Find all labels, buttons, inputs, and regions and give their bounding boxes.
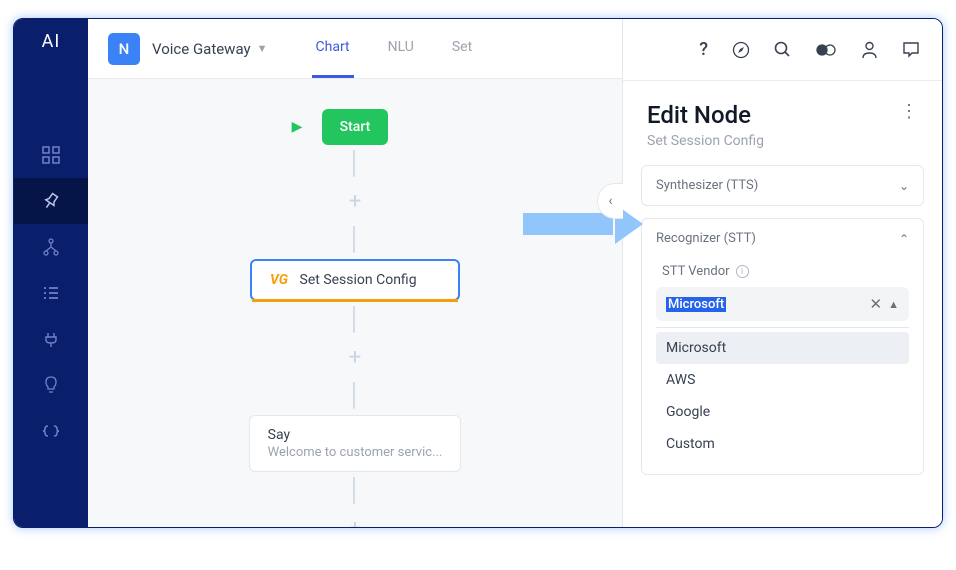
connector: │ — [348, 309, 362, 331]
add-node-icon[interactable]: + — [349, 518, 361, 528]
nav-pin-icon[interactable] — [14, 178, 88, 224]
option-aws[interactable]: AWS — [656, 364, 909, 396]
node-start[interactable]: ▶ Start — [322, 109, 389, 145]
sidebar: AI — [14, 19, 88, 527]
node-label: Say — [268, 427, 443, 443]
project-name: Voice Gateway — [152, 40, 251, 58]
project-selector[interactable]: Voice Gateway ▼ — [152, 40, 268, 58]
node-set-session-config[interactable]: VG Set Session Config — [250, 259, 460, 301]
section-label: Recognizer (STT) — [656, 231, 756, 246]
toolbar: ? — [623, 19, 942, 81]
toggle-icon[interactable] — [815, 43, 837, 57]
section-stt: Recognizer (STT) ⌃ STT Vendor i Microsof… — [641, 218, 924, 475]
nav-plug-icon[interactable] — [14, 316, 88, 362]
node-subtitle: Welcome to customer servic... — [268, 445, 443, 460]
help-icon[interactable]: ? — [699, 39, 708, 60]
clear-icon[interactable]: ✕ — [870, 295, 883, 313]
tab-chart[interactable]: Chart — [312, 19, 354, 78]
nav-grid-icon[interactable] — [14, 132, 88, 178]
option-custom[interactable]: Custom — [656, 428, 909, 460]
stt-vendor-combobox[interactable]: Microsoft ✕ ▲ — [656, 287, 909, 321]
nav-code-icon[interactable] — [14, 408, 88, 454]
field-label: STT Vendor i — [662, 264, 909, 279]
panel-subtitle: Set Session Config — [647, 133, 764, 149]
add-node-icon[interactable]: + — [349, 191, 361, 213]
tab-nlu[interactable]: NLU — [384, 19, 418, 78]
add-node-icon[interactable]: + — [349, 347, 361, 369]
vg-badge: VG — [270, 272, 288, 288]
chevron-down-icon: ▼ — [257, 42, 268, 55]
pointer-arrow — [523, 209, 643, 239]
canvas[interactable]: ▶ Start │ + │ VG Set Session Config │ + … — [88, 79, 622, 528]
info-icon[interactable]: i — [736, 265, 749, 278]
section-stt-header[interactable]: Recognizer (STT) ⌃ — [642, 219, 923, 258]
kebab-menu-icon[interactable]: ⋮ — [900, 101, 918, 122]
search-icon[interactable] — [774, 41, 791, 58]
compass-icon[interactable] — [732, 41, 750, 59]
chevron-up-icon: ⌃ — [899, 232, 909, 246]
play-icon: ▶ — [292, 119, 303, 135]
nav-bulb-icon[interactable] — [14, 362, 88, 408]
stt-vendor-dropdown: Microsoft AWS Google Custom — [656, 327, 909, 460]
connector: │ — [348, 385, 362, 407]
panel-title: Edit Node — [647, 101, 764, 129]
project-badge[interactable]: N — [108, 33, 140, 65]
edit-panel: ? Edit Node Set Session Config ⋮ — [622, 19, 942, 527]
chat-icon[interactable] — [902, 41, 920, 58]
node-label: Set Session Config — [300, 272, 417, 288]
nav-list-icon[interactable] — [14, 270, 88, 316]
tab-settings[interactable]: Set — [448, 19, 476, 78]
header: N Voice Gateway ▼ Chart NLU Set — [88, 19, 622, 79]
connector: │ — [348, 229, 362, 251]
connector: │ — [348, 480, 362, 502]
logo: AI — [42, 31, 61, 52]
combobox-value: Microsoft — [666, 297, 864, 312]
nav-hierarchy-icon[interactable] — [14, 224, 88, 270]
panel-header: Edit Node Set Session Config ⋮ — [623, 81, 942, 165]
option-google[interactable]: Google — [656, 396, 909, 428]
tabs: Chart NLU Set — [312, 19, 477, 78]
section-tts-header[interactable]: Synthesizer (TTS) ⌄ — [642, 166, 923, 205]
option-microsoft[interactable]: Microsoft — [656, 332, 909, 364]
section-tts: Synthesizer (TTS) ⌄ — [641, 165, 924, 206]
node-say[interactable]: Say Welcome to customer servic... — [249, 415, 462, 472]
chevron-down-icon: ⌄ — [899, 179, 909, 193]
main-area: N Voice Gateway ▼ Chart NLU Set ▶ Start … — [88, 19, 622, 527]
connector: │ — [348, 153, 362, 175]
section-label: Synthesizer (TTS) — [656, 178, 758, 193]
chevron-up-icon[interactable]: ▲ — [888, 298, 899, 311]
user-icon[interactable] — [861, 41, 878, 59]
